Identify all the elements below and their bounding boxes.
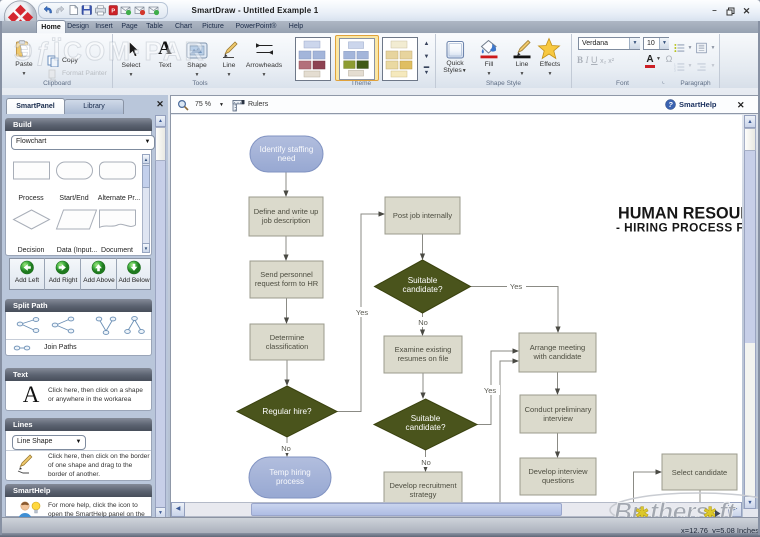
svg-text:3: 3 [674,68,676,72]
svg-text:Suitablecandidate?: Suitable candidate? [402,276,443,294]
svg-text:Select candidate: Select candidate [672,468,727,477]
svg-text:No: No [421,458,431,467]
svg-text:Start/End: Start/End [59,195,88,202]
svg-text:No: No [418,318,428,327]
svg-text:Determineclassification: Determine classification [266,333,309,351]
svg-text:Define and write upjob descrip: Define and write up job description [254,207,319,225]
svg-text:Data (Input...: Data (Input... [57,247,98,254]
svg-text:Regular hire?: Regular hire? [262,407,312,416]
svg-text:Document: Document [101,247,133,254]
svg-text:?: ? [668,100,673,109]
svg-text:Yes: Yes [356,308,368,317]
svg-text:Alternate Pr...: Alternate Pr... [98,195,140,202]
svg-text:No: No [281,444,291,453]
svg-text:Examine existingresumes on fil: Examine existing resumes on file [395,345,452,363]
svg-text:Post job internally: Post job internally [393,211,452,220]
svg-text:Yes: Yes [510,282,522,291]
svg-text:Arrange meetingwith candidate: Arrange meeting with candidate [530,343,585,361]
svg-text:Send personnelrequest form to: Send personnel request form to HR [255,270,319,288]
svg-text:- HIRING PROCESS F: - HIRING PROCESS F [616,221,742,235]
svg-text:Process: Process [18,195,44,202]
svg-text:Yes: Yes [484,386,496,395]
svg-text:Suitablecandidate?: Suitable candidate? [405,414,446,432]
svg-text:Decision: Decision [18,247,45,254]
svg-text:P: P [111,9,115,15]
